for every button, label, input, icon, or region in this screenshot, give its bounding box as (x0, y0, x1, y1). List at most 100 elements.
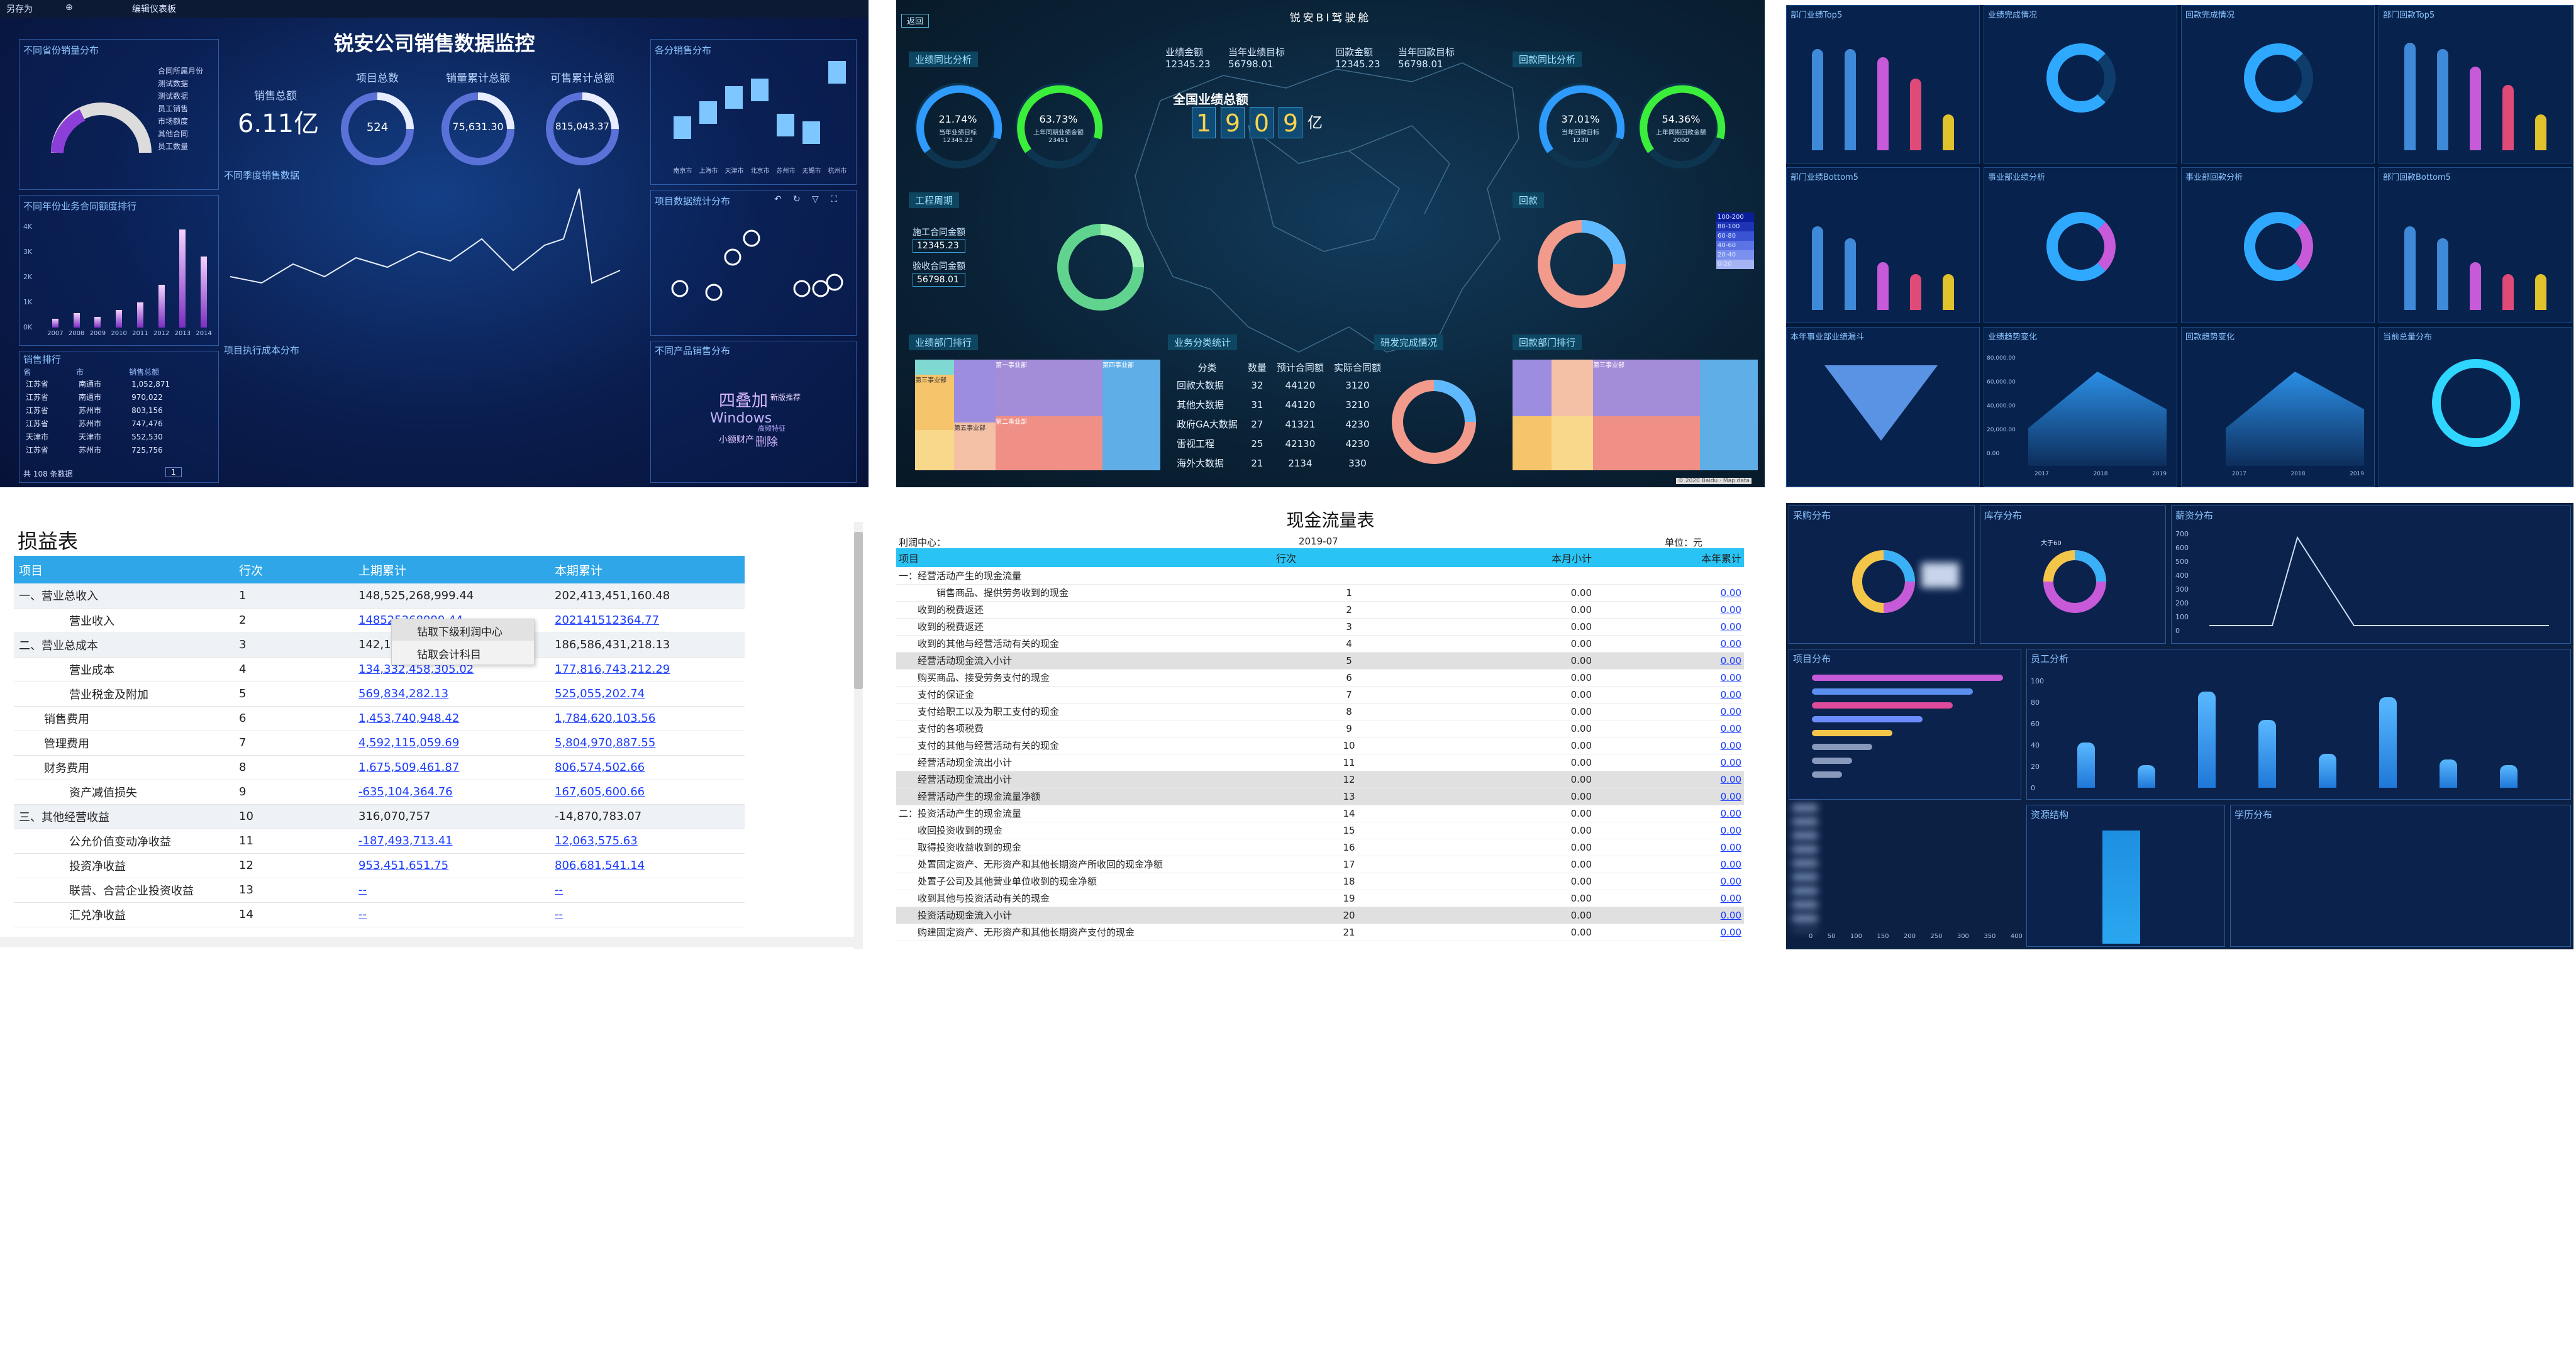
scrollbar-thumb[interactable] (854, 532, 863, 689)
drill-link[interactable]: 525,055,202.74 (555, 687, 645, 700)
drill-link[interactable]: 5,804,970,887.55 (555, 736, 655, 749)
table-row[interactable]: 处置子公司及其他营业单位收到的现金净额 18 0.00 0.00 (896, 873, 1744, 890)
drill-link[interactable]: 0.00 (1721, 825, 1741, 836)
table-row[interactable]: 投资活动现金流入小计 20 0.00 0.00 (896, 907, 1744, 924)
drill-link[interactable]: 1,784,620,103.56 (555, 712, 655, 725)
drill-link[interactable]: 806,574,502.66 (555, 761, 645, 774)
table-row[interactable]: 销售商品、提供劳务收到的现金 1 0.00 0.00 (896, 584, 1744, 602)
drill-link[interactable]: 0.00 (1721, 893, 1741, 904)
table-row[interactable]: 一：经营活动产生的现金流量 (896, 567, 1744, 585)
column-header[interactable]: 行次 (1274, 548, 1424, 567)
drill-link[interactable]: 0.00 (1721, 842, 1741, 853)
year-cell[interactable]: 0.00 (1594, 703, 1744, 720)
drill-link[interactable]: 0.00 (1721, 927, 1741, 938)
table-row[interactable]: 一、营业总收入 1 148,525,268,999.44 202,413,451,16… (14, 583, 745, 609)
prev-cell[interactable]: -- (353, 902, 550, 927)
table-row[interactable]: 公允价值变动净收益 11 -187,493,713.41 12,063,575.63 (14, 829, 745, 854)
table-row[interactable]: 处置固定资产、无形资产和其他长期资产所收回的现金净额 17 0.00 0.00 (896, 856, 1744, 873)
table-row[interactable]: 江苏省 苏州市 747,476 (23, 417, 212, 430)
year-cell[interactable]: 0.00 (1594, 635, 1744, 653)
table-row[interactable]: 支付给职工以及为职工支付的现金 8 0.00 0.00 (896, 703, 1744, 720)
drill-link[interactable]: 0.00 (1721, 740, 1741, 751)
year-cell[interactable]: 0.00 (1594, 737, 1744, 754)
column-header[interactable]: 本期累计 (550, 556, 745, 583)
year-cell[interactable]: 0.00 (1594, 686, 1744, 704)
column-header[interactable]: 销售总额 (129, 367, 212, 377)
table-row[interactable]: 管理费用 7 4,592,115,059.69 5,804,970,887.55 (14, 731, 745, 756)
table-row[interactable]: 收到的其他与经营活动有关的现金 4 0.00 0.00 (896, 635, 1744, 653)
drill-link[interactable]: 0.00 (1721, 791, 1741, 802)
treemap-cell[interactable]: 第二事业部 (996, 416, 1102, 470)
prev-cell[interactable]: 1,675,509,461.87 (353, 755, 550, 780)
year-cell[interactable]: 0.00 (1594, 856, 1744, 873)
drill-link[interactable]: 0.00 (1721, 808, 1741, 819)
fullscreen-icon[interactable]: ⛶ (831, 194, 837, 204)
table-row[interactable]: 财务费用 8 1,675,509,461.87 806,574,502.66 (14, 755, 745, 780)
drill-link[interactable]: 1,453,740,948.42 (358, 712, 459, 725)
year-cell[interactable] (1594, 567, 1744, 585)
prev-cell[interactable]: -- (353, 878, 550, 903)
column-header[interactable]: 省 (23, 367, 76, 377)
table-row[interactable]: 购建固定资产、无形资产和其他长期资产支付的现金 21 0.00 0.00 (896, 924, 1744, 941)
drill-link[interactable]: 569,834,282.13 (358, 687, 448, 700)
table-row[interactable]: 其他大数据 31 44120 3210 (1172, 395, 1386, 414)
table-row[interactable]: 收到其他与投资活动有关的现金 19 0.00 0.00 (896, 890, 1744, 907)
drill-link[interactable]: 0.00 (1721, 910, 1741, 921)
table-row[interactable]: 二：投资活动产生的现金流量 14 0.00 0.00 (896, 805, 1744, 822)
column-header[interactable]: 本年累计 (1594, 548, 1744, 567)
column-header[interactable]: 项目 (896, 548, 1274, 567)
curr-cell[interactable]: 5,804,970,887.55 (550, 731, 745, 756)
table-row[interactable]: 江苏省 苏州市 803,156 (23, 404, 212, 417)
drill-link[interactable]: 12,063,575.63 (555, 834, 638, 847)
curr-cell[interactable]: 177,816,743,212.29 (550, 657, 745, 682)
drill-link[interactable]: 0.00 (1721, 774, 1741, 785)
column-header[interactable]: 项目 (14, 556, 234, 583)
column-header[interactable]: 数量 (1243, 360, 1272, 375)
drill-link[interactable]: 4,592,115,059.69 (358, 736, 459, 749)
year-cell[interactable]: 0.00 (1594, 873, 1744, 890)
edit-dashboard-button[interactable]: 编辑仪表板 (132, 3, 176, 15)
year-cell[interactable]: 0.00 (1594, 771, 1744, 788)
table-row[interactable]: 支付的其他与经营活动有关的现金 10 0.00 0.00 (896, 737, 1744, 754)
drill-link[interactable]: 0.00 (1721, 621, 1741, 632)
table-row[interactable]: 收回投资收到的现金 15 0.00 0.00 (896, 822, 1744, 839)
treemap-cell[interactable]: 第五事业部 (954, 422, 996, 470)
drill-link[interactable]: 953,451,651.75 (358, 859, 448, 872)
year-cell[interactable]: 0.00 (1594, 839, 1744, 856)
table-row[interactable]: 取得投资收益收到的现金 16 0.00 0.00 (896, 839, 1744, 856)
table-row[interactable]: 营业收入2148525268999.44202141512364.77 (14, 608, 745, 633)
curr-cell[interactable]: 12,063,575.63 (550, 829, 745, 854)
column-header[interactable]: 实际合同额 (1329, 360, 1386, 375)
table-row[interactable]: 购买商品、接受劳务支付的现金 6 0.00 0.00 (896, 669, 1744, 687)
table-row[interactable]: 联营、合营企业投资收益 13 -- -- (14, 878, 745, 903)
drill-link[interactable]: 0.00 (1721, 638, 1741, 649)
curr-cell[interactable]: 202141512364.77 (550, 608, 745, 633)
drill-link[interactable]: -- (358, 883, 367, 897)
table-row[interactable]: 经营活动现金流入小计 5 0.00 0.00 (896, 652, 1744, 670)
table-row[interactable]: 政府GA大数据 27 41321 4230 (1172, 414, 1386, 434)
prev-cell[interactable]: -187,493,713.41 (353, 829, 550, 854)
table-row[interactable]: 支付的各项税费 9 0.00 0.00 (896, 720, 1744, 737)
table-row[interactable]: 收到的税费返还 3 0.00 0.00 (896, 618, 1744, 636)
table-row[interactable]: 营业税金及附加 5 569,834,282.13 525,055,202.74 (14, 682, 745, 707)
curr-cell[interactable]: 167,605,600.66 (550, 780, 745, 805)
curr-cell[interactable]: 806,574,502.66 (550, 755, 745, 780)
curr-cell[interactable]: 1,784,620,103.56 (550, 706, 745, 731)
drill-link[interactable]: 202141512364.77 (555, 614, 659, 627)
column-header[interactable]: 预计合同额 (1272, 360, 1329, 375)
menu-item-drill-profit-center[interactable]: 钻取下级利润中心 (392, 619, 534, 641)
year-cell[interactable]: 0.00 (1594, 652, 1744, 670)
treemap-cell[interactable]: 第一事业部 (996, 360, 1102, 416)
drill-link[interactable]: -- (555, 908, 563, 921)
add-icon[interactable]: ⊕ (65, 3, 73, 13)
year-cell[interactable]: 0.00 (1594, 924, 1744, 941)
drill-link[interactable]: -187,493,713.41 (358, 834, 453, 847)
drill-link[interactable]: 0.00 (1721, 672, 1741, 683)
year-cell[interactable]: 0.00 (1594, 822, 1744, 839)
year-cell[interactable]: 0.00 (1594, 618, 1744, 636)
drill-link[interactable]: 0.00 (1721, 655, 1741, 666)
drill-link[interactable]: 1,675,509,461.87 (358, 761, 459, 774)
table-row[interactable]: 三、其他经营收益 10 316,070,757 -14,870,783.07 (14, 804, 745, 829)
drill-link[interactable]: 167,605,600.66 (555, 785, 645, 798)
treemap-cell[interactable]: 第三事业部 (1593, 360, 1700, 416)
